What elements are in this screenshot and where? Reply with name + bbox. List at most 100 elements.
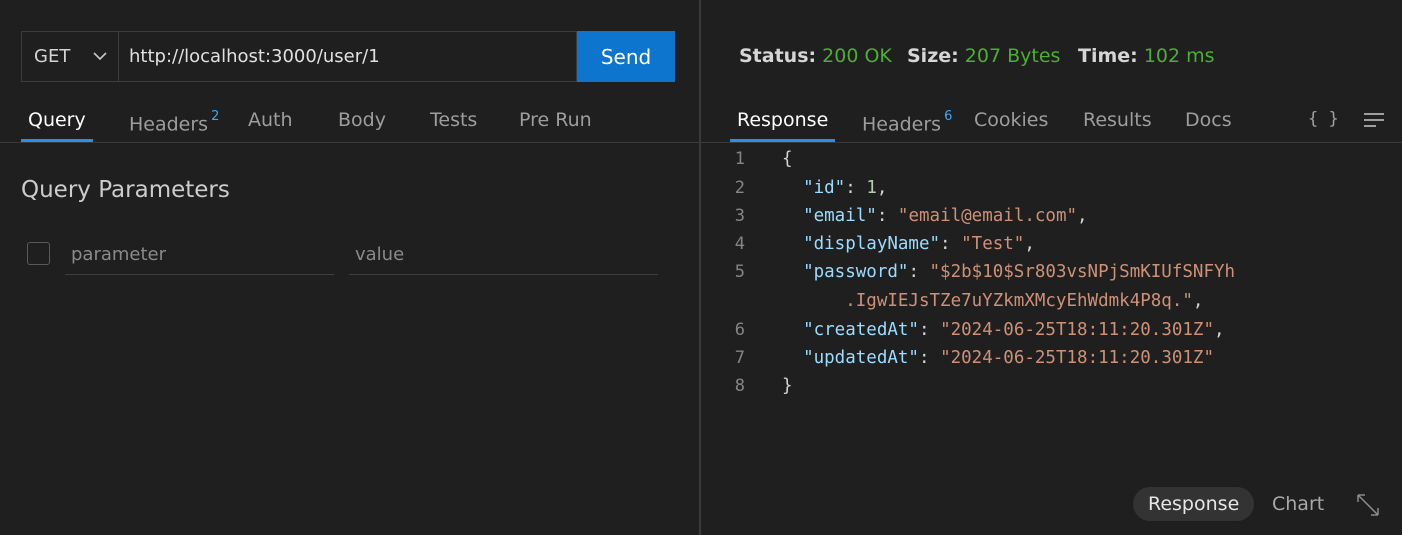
- json-string: "2024-06-25T18:11:20.301Z": [940, 320, 1214, 340]
- response-headers-count-badge: 6: [944, 109, 953, 124]
- method-select[interactable]: GET: [21, 31, 119, 82]
- size-value: 207 Bytes: [964, 45, 1061, 67]
- response-pane: Status: 200 OK Size: 207 Bytes Time: 102…: [701, 0, 1402, 535]
- json-key: "displayName": [803, 234, 941, 254]
- json-punctuation: [782, 348, 803, 368]
- tab-label: Tests: [430, 109, 478, 131]
- param-value-input[interactable]: [349, 235, 658, 275]
- line-number: 2: [734, 178, 745, 198]
- size-label: Size:: [907, 45, 959, 67]
- line-number: 6: [734, 320, 745, 340]
- line-number: 1: [734, 149, 745, 169]
- format-json-icon[interactable]: { }: [1308, 109, 1339, 129]
- request-pane: GET Send Query Headers2 Auth Body Tests …: [0, 0, 699, 535]
- tab-pre-run[interactable]: Pre Run: [519, 103, 592, 143]
- tab-body[interactable]: Body: [338, 103, 386, 143]
- tab-response-headers[interactable]: Headers 6: [862, 103, 952, 143]
- json-string: "email@email.com": [897, 206, 1078, 226]
- code-line: "displayName": "Test",: [782, 234, 1035, 254]
- headers-count-badge: 2: [211, 109, 220, 124]
- view-response-button[interactable]: Response: [1133, 487, 1255, 521]
- request-bar: GET Send: [21, 31, 675, 82]
- code-line: "id": 1,: [782, 178, 887, 198]
- query-parameters-title: Query Parameters: [21, 177, 230, 203]
- menu-icon[interactable]: [1363, 110, 1387, 130]
- size-readout: Size: 207 Bytes: [907, 45, 1060, 67]
- json-key: "password": [803, 262, 909, 282]
- json-key: "updatedAt": [803, 348, 919, 368]
- param-enable-checkbox[interactable]: [27, 242, 50, 265]
- tab-tests[interactable]: Tests: [430, 103, 477, 143]
- json-string: "Test": [961, 234, 1025, 254]
- code-line: "updatedAt": "2024-06-25T18:11:20.301Z": [782, 348, 1214, 368]
- status-readout: Status: 200 OK: [739, 45, 892, 67]
- code-line: "email": "email@email.com",: [782, 206, 1088, 226]
- tab-label: Headers: [129, 113, 209, 136]
- json-key: "email": [803, 206, 877, 226]
- code-line: "createdAt": "2024-06-25T18:11:20.301Z",: [782, 320, 1225, 340]
- json-punctuation: ,: [1024, 234, 1035, 254]
- param-name-input[interactable]: [65, 235, 334, 275]
- tab-query[interactable]: Query: [21, 103, 93, 143]
- json-punctuation: {: [782, 149, 793, 169]
- view-chart-button[interactable]: Chart: [1257, 487, 1339, 521]
- time-readout: Time: 102 ms: [1078, 45, 1215, 67]
- method-label: GET: [34, 46, 71, 67]
- line-number: 4: [734, 234, 745, 254]
- chevron-down-icon: [93, 52, 107, 61]
- json-punctuation: ,: [876, 178, 888, 198]
- tab-label: Cookies: [974, 109, 1049, 131]
- tab-docs[interactable]: Docs: [1185, 103, 1232, 143]
- tab-label: Response: [737, 109, 829, 131]
- json-number: 1: [866, 178, 877, 198]
- json-string: "2024-06-25T18:11:20.301Z": [940, 348, 1214, 368]
- tab-response[interactable]: Response: [729, 103, 836, 143]
- url-input[interactable]: [119, 31, 577, 82]
- json-punctuation: [782, 291, 845, 311]
- json-punctuation: ,: [1214, 320, 1225, 340]
- time-label: Time:: [1078, 45, 1138, 67]
- code-line: .IgwIEJsTZe7uYZkmXMcyEhWdmk4P8q.",: [782, 291, 1203, 311]
- tab-label: Docs: [1185, 109, 1232, 131]
- json-punctuation: }: [782, 376, 793, 396]
- json-string: "$2b$10$Sr803vsNPjSmKIUfSNFYh: [929, 262, 1236, 282]
- expand-icon[interactable]: [1355, 492, 1381, 518]
- json-punctuation: ,: [1077, 206, 1088, 226]
- tab-label: Query: [28, 109, 86, 131]
- json-punctuation: :: [918, 348, 941, 368]
- tab-results[interactable]: Results: [1083, 103, 1152, 143]
- tab-label: Results: [1083, 109, 1152, 131]
- json-punctuation: [782, 206, 803, 226]
- json-punctuation: [782, 178, 803, 198]
- json-key: "createdAt": [803, 320, 919, 340]
- json-punctuation: :: [845, 178, 867, 198]
- line-number: 7: [734, 348, 745, 368]
- tab-label: Auth: [248, 109, 293, 131]
- line-number: 3: [734, 206, 745, 226]
- code-line: }: [782, 376, 793, 396]
- json-punctuation: ,: [1192, 291, 1204, 311]
- tab-label: Headers: [862, 113, 942, 136]
- json-punctuation: :: [908, 262, 930, 282]
- tab-label: Body: [338, 109, 386, 131]
- tab-cookies[interactable]: Cookies: [974, 103, 1048, 143]
- tab-divider: [701, 142, 1402, 143]
- tab-auth[interactable]: Auth: [248, 103, 293, 143]
- code-line: {: [782, 149, 793, 169]
- status-label: Status:: [739, 45, 817, 67]
- tab-label: Pre Run: [519, 109, 592, 131]
- line-number: 5: [734, 262, 745, 282]
- tab-headers[interactable]: Headers 2: [129, 103, 219, 143]
- json-punctuation: :: [918, 320, 941, 340]
- time-value: 102 ms: [1143, 45, 1215, 67]
- code-line: "password": "$2b$10$Sr803vsNPjSmKIUfSNFY…: [782, 262, 1235, 282]
- status-value: 200 OK: [822, 45, 892, 67]
- json-punctuation: :: [940, 234, 962, 254]
- json-punctuation: :: [876, 206, 898, 226]
- send-button[interactable]: Send: [577, 31, 675, 82]
- tab-divider: [0, 142, 699, 143]
- json-key: "id": [803, 178, 846, 198]
- json-string: .IgwIEJsTZe7uYZkmXMcyEhWdmk4P8q.": [845, 291, 1193, 311]
- json-punctuation: [782, 234, 803, 254]
- json-punctuation: [782, 262, 803, 282]
